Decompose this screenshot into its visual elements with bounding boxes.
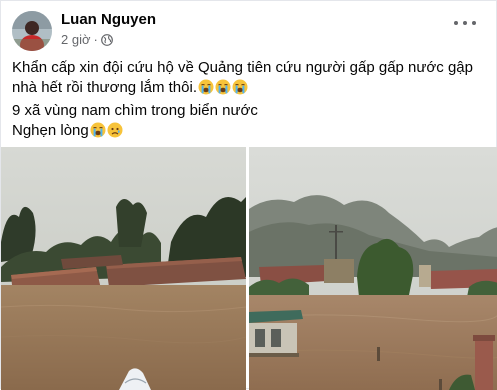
facebook-post: Luan Nguyen 2 giờ · Khẩn cấp xin đội cứu…: [0, 0, 497, 390]
meta-separator: ·: [93, 32, 98, 47]
loudly-crying-face-emoji: [90, 122, 106, 144]
post-text-line: Nghẹn lòng: [12, 121, 488, 144]
loudly-crying-face-emoji: [198, 79, 214, 101]
sad-face-emoji: [107, 122, 123, 144]
post-text-line: nhà hết rồi thương lắm thôi.: [12, 78, 488, 101]
post-meta: 2 giờ ·: [61, 32, 113, 47]
loudly-crying-face-emoji: [232, 79, 248, 101]
globe-icon: [100, 33, 113, 46]
author-name[interactable]: Luan Nguyen: [61, 11, 156, 28]
flood-photo-left[interactable]: [1, 147, 246, 390]
post-text: Khẩn cấp xin đội cứu hộ về Quảng tiên cứ…: [12, 58, 488, 144]
more-options-icon[interactable]: [454, 19, 476, 27]
post-text-line: 9 xã vùng nam chìm trong biển nước: [12, 102, 258, 119]
post-text-line: Khẩn cấp xin đội cứu hộ về Quảng tiên cứ…: [12, 59, 473, 76]
avatar[interactable]: [12, 11, 52, 51]
post-time[interactable]: 2 giờ: [61, 32, 91, 47]
avatar-image: [12, 11, 52, 51]
loudly-crying-face-emoji: [215, 79, 231, 101]
flood-photo-right[interactable]: [249, 147, 497, 390]
